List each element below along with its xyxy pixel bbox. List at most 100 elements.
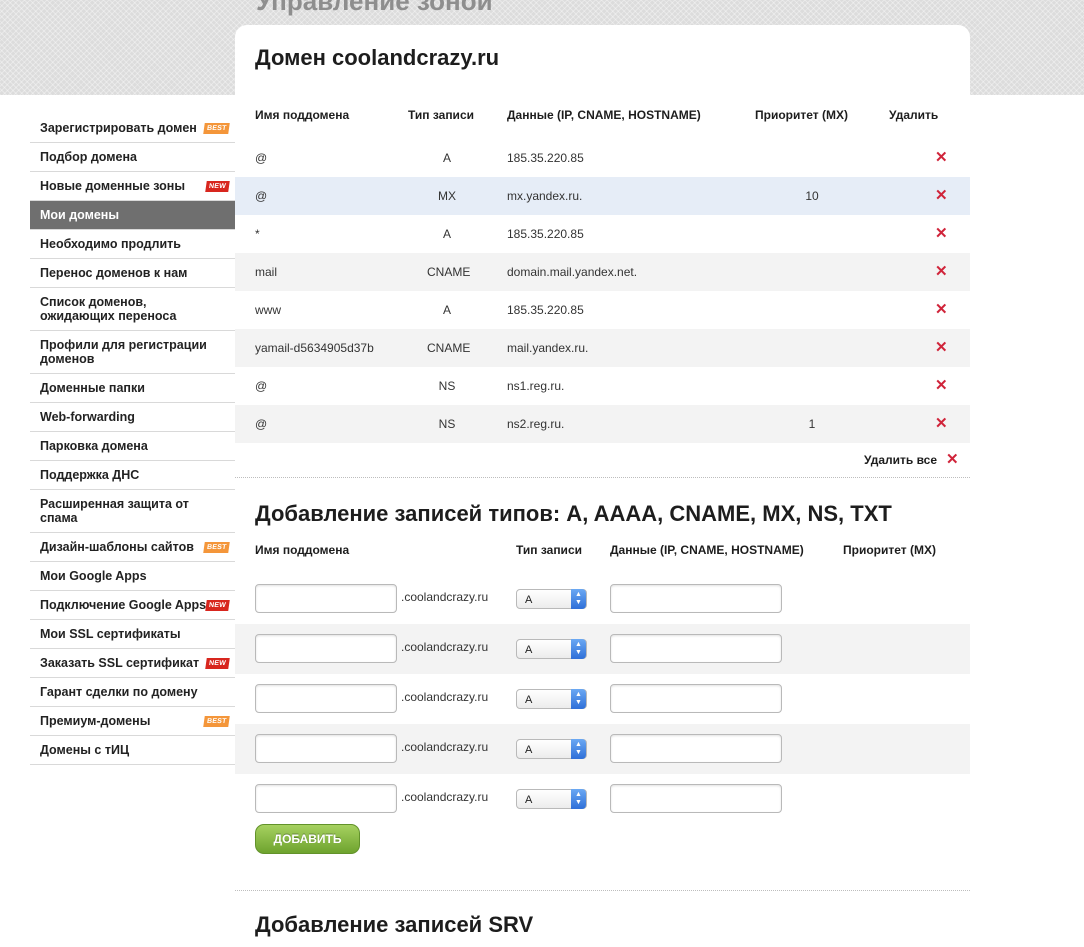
sidebar-item-label: Поддержка ДНС: [40, 468, 140, 482]
add-column-type: Тип записи: [516, 543, 582, 557]
record-data-input[interactable]: [610, 734, 782, 763]
sidebar-item[interactable]: Мои SSL сертификаты: [30, 620, 235, 649]
record-data: ns1.reg.ru.: [507, 379, 565, 393]
sidebar-item[interactable]: Мои Google Apps: [30, 562, 235, 591]
record-data: domain.mail.yandex.net.: [507, 265, 638, 279]
subdomain-input[interactable]: [255, 784, 397, 813]
record-row: @ NS ns1.reg.ru. ✕: [235, 367, 970, 405]
delete-all-link[interactable]: Удалить все: [864, 453, 937, 467]
record-data-input[interactable]: [610, 584, 782, 613]
sidebar-item[interactable]: Дизайн-шаблоны сайтов BEST: [30, 533, 235, 562]
sidebar-item[interactable]: Поддержка ДНС: [30, 461, 235, 490]
sidebar-item[interactable]: Зарегистрировать домен BEST: [30, 114, 235, 143]
record-type-select[interactable]: A ▲ ▼: [516, 589, 587, 609]
sidebar-item-label: Web-forwarding: [40, 410, 135, 424]
record-data: mx.yandex.ru.: [507, 189, 583, 203]
column-header-priority: Приоритет (MX): [755, 108, 848, 122]
sidebar-item[interactable]: Подключение Google Apps NEW: [30, 591, 235, 620]
sidebar-item[interactable]: Парковка домена: [30, 432, 235, 461]
sidebar-item-label: Премиум-домены: [40, 714, 151, 728]
record-type: NS: [438, 417, 456, 431]
record-data-input[interactable]: [610, 634, 782, 663]
delete-record-icon[interactable]: ✕: [935, 262, 948, 280]
record-data: 185.35.220.85: [507, 303, 584, 317]
new-badge: NEW: [205, 600, 230, 611]
record-name: www: [255, 303, 281, 317]
select-arrows-icon: ▲ ▼: [571, 789, 586, 809]
delete-record-icon[interactable]: ✕: [935, 224, 948, 242]
sidebar-item[interactable]: Подбор домена: [30, 143, 235, 172]
delete-record-icon[interactable]: ✕: [935, 186, 948, 204]
sidebar-item[interactable]: Профили для регистрации доменов: [30, 331, 235, 374]
sidebar-item[interactable]: Премиум-домены BEST: [30, 707, 235, 736]
record-type-select[interactable]: A ▲ ▼: [516, 639, 587, 659]
column-header-type: Тип записи: [408, 108, 474, 122]
record-row: @ A 185.35.220.85 ✕: [235, 139, 970, 177]
sidebar-item-label: Зарегистрировать домен: [40, 121, 197, 135]
delete-record-icon[interactable]: ✕: [935, 414, 948, 432]
record-type-select[interactable]: A ▲ ▼: [516, 789, 587, 809]
sidebar-item[interactable]: Необходимо продлить: [30, 230, 235, 259]
sidebar-item-label: Новые доменные зоны: [40, 179, 186, 193]
sidebar-item[interactable]: Мои домены: [30, 200, 249, 230]
record-type-value: A: [525, 794, 533, 806]
sidebar-item[interactable]: Список доменов, ожидающих переноса: [30, 288, 235, 331]
record-type-value: A: [525, 744, 533, 756]
record-type-select[interactable]: A ▲ ▼: [516, 689, 587, 709]
subdomain-input[interactable]: [255, 634, 397, 663]
select-arrows-icon: ▲ ▼: [571, 689, 586, 709]
domain-title: Домен coolandcrazy.ru: [255, 45, 500, 70]
record-data: ns2.reg.ru.: [507, 417, 565, 431]
sidebar-item-label: Список доменов, ожидающих переноса: [40, 295, 177, 323]
record-type: NS: [438, 379, 456, 393]
domain-suffix: .coolandcrazy.ru: [401, 790, 489, 804]
delete-all-icon[interactable]: ✕: [946, 450, 959, 468]
record-name: yamail-d5634905d37b: [255, 341, 374, 355]
record-data-input[interactable]: [610, 684, 782, 713]
delete-record-icon[interactable]: ✕: [935, 148, 948, 166]
sidebar-item-label: Домены с тИЦ: [40, 743, 130, 757]
sidebar-item[interactable]: Доменные папки: [30, 374, 235, 403]
record-type: CNAME: [427, 341, 471, 355]
sidebar-item[interactable]: Гарант сделки по домену: [30, 678, 235, 707]
best-badge: BEST: [202, 716, 230, 727]
sidebar-item-label: Гарант сделки по домену: [40, 685, 198, 699]
record-data: 185.35.220.85: [507, 151, 584, 165]
sidebar-item[interactable]: Перенос доменов к нам: [30, 259, 235, 288]
record-type-select[interactable]: A ▲ ▼: [516, 739, 587, 759]
subdomain-input[interactable]: [255, 734, 397, 763]
add-record-row: .coolandcrazy.ru A ▲ ▼: [235, 574, 970, 624]
sidebar-item[interactable]: Новые доменные зоны NEW: [30, 172, 235, 201]
record-row: * A 185.35.220.85 ✕: [235, 215, 970, 253]
delete-record-icon[interactable]: ✕: [935, 376, 948, 394]
add-button[interactable]: ДОБАВИТЬ: [255, 824, 360, 854]
best-badge: BEST: [202, 123, 230, 134]
sidebar-item[interactable]: Web-forwarding: [30, 403, 235, 432]
column-header-data: Данные (IP, CNAME, HOSTNAME): [507, 108, 701, 122]
delete-record-icon[interactable]: ✕: [935, 300, 948, 318]
record-data: 185.35.220.85: [507, 227, 584, 241]
section-divider: [235, 890, 970, 891]
record-name: @: [255, 379, 268, 393]
sidebar-item[interactable]: Расширенная защита от спама: [30, 490, 235, 533]
record-type: MX: [438, 189, 456, 203]
sidebar-item-label: Подбор домена: [40, 150, 137, 164]
sidebar-item-label: Расширенная защита от спама: [40, 497, 189, 525]
subdomain-input[interactable]: [255, 584, 397, 613]
record-priority: 10: [805, 189, 819, 203]
record-type: A: [442, 303, 451, 317]
record-row: @ NS ns2.reg.ru. 1 ✕: [235, 405, 970, 443]
add-records-title: Добавление записей типов: A, AAAA, CNAME…: [255, 501, 892, 526]
subdomain-input[interactable]: [255, 684, 397, 713]
sidebar-item[interactable]: Домены с тИЦ: [30, 736, 235, 765]
record-row: @ MX mx.yandex.ru. 10 ✕: [235, 177, 970, 215]
add-record-row: .coolandcrazy.ru A ▲ ▼: [235, 624, 970, 674]
domain-suffix: .coolandcrazy.ru: [401, 640, 489, 654]
zone-panel: Домен coolandcrazy.ru Имя поддомена Тип …: [235, 25, 970, 947]
record-data-input[interactable]: [610, 784, 782, 813]
delete-record-icon[interactable]: ✕: [935, 338, 948, 356]
sidebar-item[interactable]: Заказать SSL сертификат NEW: [30, 649, 235, 678]
sidebar-item-label: Дизайн-шаблоны сайтов: [40, 540, 194, 554]
domain-suffix: .coolandcrazy.ru: [401, 740, 489, 754]
add-record-row: .coolandcrazy.ru A ▲ ▼: [235, 774, 970, 824]
